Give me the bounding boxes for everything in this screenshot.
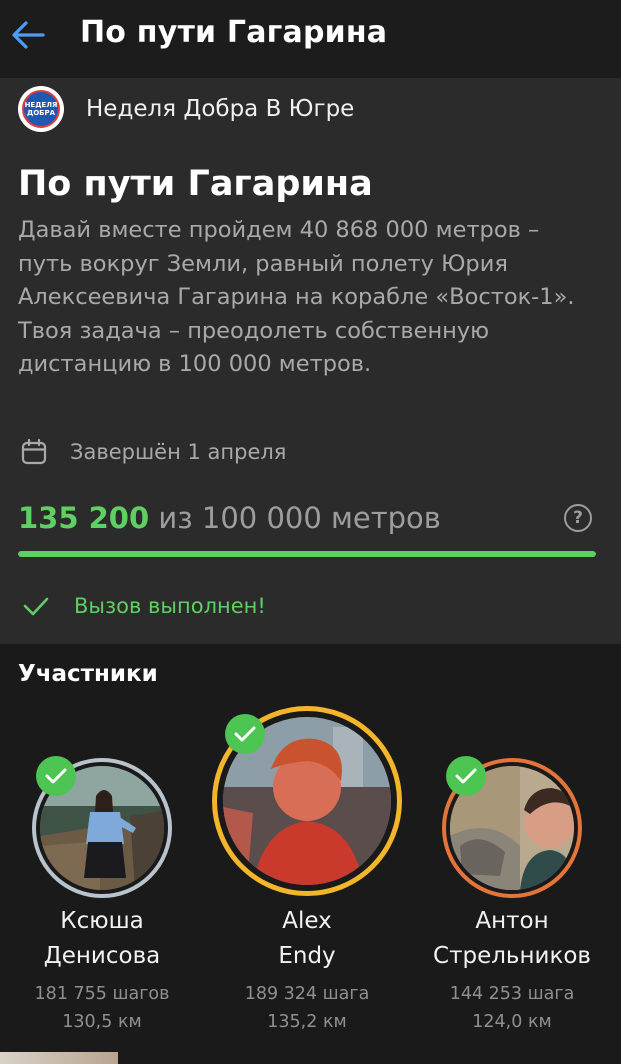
end-date-text: Завершён 1 апреля [70,440,287,464]
calendar-icon [21,438,47,465]
completed-badge [446,756,486,796]
participant-steps: 181 755 шагов [34,984,170,1004]
challenge-description: Давай вместе пройдем 40 868 000 метров –… [18,217,575,377]
participant-steps: 144 253 шага [449,984,575,1004]
organizer-name: Неделя Добра В Югре [86,96,355,122]
participant-distance: 124,0 км [472,1012,552,1032]
participant-surname: Endy [278,943,336,969]
completed-badge [225,714,265,754]
progress-goal: из 100 000 метров [149,501,441,535]
participant-card[interactable]: Ксюша Денисова 181 755 шагов 130,5 км [2,722,202,1042]
participant-surname: Денисова [43,943,161,969]
organizer-logo: НЕДЕЛЯ ДОБРА [18,86,64,132]
question-icon: ? [573,508,583,528]
participant-steps: 189 324 шага [244,984,370,1004]
progress-text: 135 200 из 100 000 метров [18,498,441,538]
next-section-peek [0,1052,621,1064]
participant-surname: Стрельников [433,943,591,969]
organizer-row[interactable]: НЕДЕЛЯ ДОБРА Неделя Добра В Югре [18,86,354,132]
challenge-title: По пути Гагарина [18,164,373,204]
participants-title: Участники [18,661,158,687]
thumbnail-image [0,1052,118,1064]
back-button[interactable] [6,13,50,57]
checkmark-icon [234,726,256,742]
checkmark-icon [455,768,477,784]
checkmark-icon [23,597,49,616]
participant-name: Ксюша [60,908,144,934]
participant-card[interactable]: Alex Endy 189 324 шага 135,2 км [207,706,407,1042]
checkmark-icon [45,768,67,784]
participant-card[interactable]: Антон Стрельников 144 253 шага 124,0 км [412,722,612,1042]
page-title: По пути Гагарина [80,15,388,50]
progress-value: 135 200 [18,501,150,535]
completed-badge [36,756,76,796]
progress-bar-fill [18,551,596,557]
participant-name: Alex [282,908,332,934]
participant-distance: 130,5 км [62,1012,142,1032]
participant-distance: 135,2 км [267,1012,347,1032]
progress-bar [18,551,596,557]
challenge-card: НЕДЕЛЯ ДОБРА Неделя Добра В Югре По пути… [0,78,621,644]
help-button[interactable]: ? [564,504,592,532]
top-app-bar: По пути Гагарина [0,0,621,78]
arrow-left-icon [12,21,45,49]
status-row: Вызов выполнен! [22,590,266,622]
status-text: Вызов выполнен! [74,594,266,618]
participant-name: Антон [475,908,549,934]
end-date-row: Завершён 1 апреля [20,436,286,468]
